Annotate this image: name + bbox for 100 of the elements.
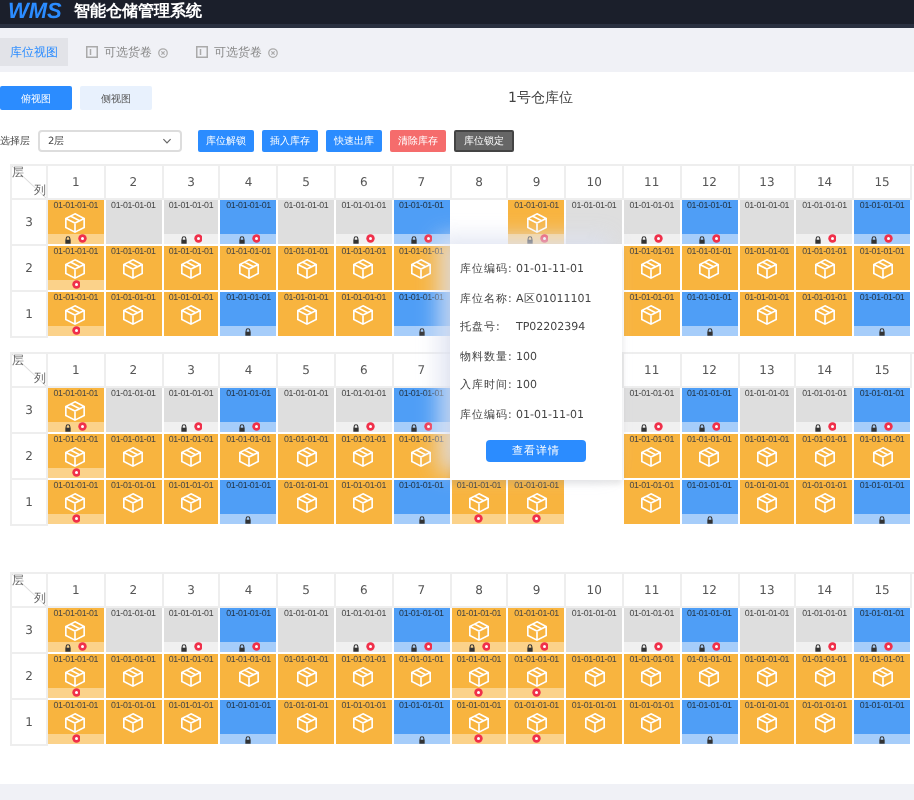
box-icon xyxy=(64,258,87,280)
lock-icon xyxy=(179,235,188,243)
alert-icon xyxy=(193,642,203,652)
box-icon xyxy=(813,304,836,326)
box-icon xyxy=(122,492,145,514)
alert-icon xyxy=(193,234,203,244)
alert-icon xyxy=(423,234,433,244)
box-icon xyxy=(755,258,778,280)
lock-icon xyxy=(244,735,253,743)
lock-icon xyxy=(352,423,361,431)
alert-icon xyxy=(474,688,484,698)
box-icon xyxy=(295,492,318,514)
alert-icon xyxy=(827,642,836,652)
alert-icon xyxy=(366,642,376,652)
box-icon xyxy=(640,258,663,280)
box-icon xyxy=(813,492,836,514)
alert-icon xyxy=(251,422,261,432)
lock-icon xyxy=(417,515,426,523)
box-icon xyxy=(755,492,778,514)
lock-icon xyxy=(244,515,253,523)
lock-icon xyxy=(417,327,426,335)
box-icon xyxy=(179,712,202,734)
alert-icon xyxy=(78,422,88,432)
box-icon xyxy=(237,258,260,280)
lock-icon xyxy=(813,235,821,243)
box-icon xyxy=(295,258,318,280)
box-icon xyxy=(122,258,145,280)
box-icon xyxy=(698,446,721,468)
box-icon xyxy=(640,492,663,514)
alert-icon xyxy=(71,514,81,524)
box-icon xyxy=(755,446,778,468)
alert-icon xyxy=(71,734,81,744)
lock-icon xyxy=(640,643,649,651)
alert-icon xyxy=(474,514,484,524)
box-icon xyxy=(352,446,375,468)
box-icon xyxy=(352,712,375,734)
box-icon xyxy=(237,446,260,468)
box-icon xyxy=(237,666,260,688)
lock-icon xyxy=(705,515,714,523)
alert-icon xyxy=(654,422,664,432)
box-icon xyxy=(755,304,778,326)
close-icon[interactable] xyxy=(158,47,168,57)
box-icon xyxy=(295,304,318,326)
box-icon xyxy=(64,446,87,468)
lock-icon xyxy=(417,735,426,743)
box-icon xyxy=(64,212,87,234)
box-icon xyxy=(813,666,836,688)
box-icon xyxy=(179,492,202,514)
box-icon xyxy=(583,666,606,688)
box-icon xyxy=(640,304,663,326)
lock-icon xyxy=(179,423,188,431)
box-icon xyxy=(122,446,145,468)
box-icon xyxy=(179,304,202,326)
box-icon xyxy=(525,492,548,514)
lock-icon xyxy=(878,327,887,335)
lock-icon xyxy=(64,423,73,431)
box-icon xyxy=(640,446,663,468)
box-icon xyxy=(410,666,433,688)
alert-icon xyxy=(71,468,81,478)
box-icon xyxy=(813,446,836,468)
box-icon xyxy=(525,212,548,234)
lock-icon xyxy=(870,423,879,431)
alert-icon xyxy=(654,642,664,652)
box-icon xyxy=(122,304,145,326)
box-icon xyxy=(525,620,548,642)
box-icon xyxy=(295,446,318,468)
alert-icon xyxy=(884,234,894,244)
box-icon xyxy=(640,666,663,688)
lock-icon xyxy=(525,643,534,651)
alert-icon xyxy=(532,734,542,744)
alert-icon xyxy=(423,642,433,652)
alert-icon xyxy=(423,422,433,432)
box-icon xyxy=(64,400,87,422)
box-icon xyxy=(352,304,375,326)
box-icon xyxy=(295,666,318,688)
box-icon xyxy=(698,666,721,688)
lock-icon xyxy=(409,423,418,431)
box-icon xyxy=(525,666,548,688)
lock-icon xyxy=(467,643,476,651)
alert-icon xyxy=(193,422,203,432)
alert-icon xyxy=(71,326,81,336)
lock-icon xyxy=(409,643,418,651)
lock-icon xyxy=(878,735,887,743)
lock-icon xyxy=(697,643,706,651)
box-icon xyxy=(64,666,87,688)
alert-icon xyxy=(78,234,88,244)
close-icon[interactable] xyxy=(268,47,278,57)
alert-icon xyxy=(474,734,484,744)
alert-icon xyxy=(71,280,81,290)
box-icon xyxy=(64,620,87,642)
box-icon xyxy=(871,666,894,688)
alert-icon xyxy=(78,642,88,652)
lock-icon xyxy=(179,643,188,651)
lock-icon xyxy=(244,327,253,335)
alert-icon xyxy=(654,234,664,244)
box-icon xyxy=(583,712,606,734)
lock-icon xyxy=(237,235,246,243)
lock-icon xyxy=(870,235,879,243)
lock-icon xyxy=(870,643,879,651)
page-icon xyxy=(86,46,98,58)
